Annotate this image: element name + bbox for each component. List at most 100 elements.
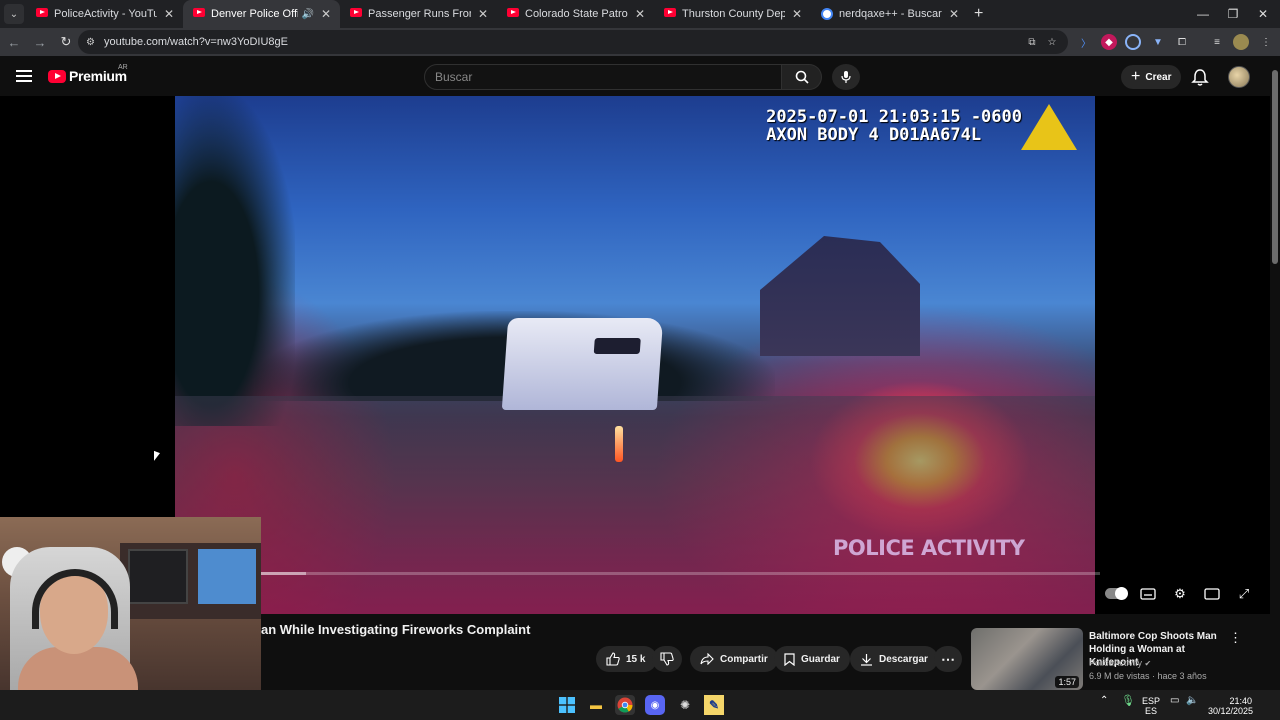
extension-shield-icon[interactable]: ◆ — [1101, 34, 1117, 50]
bookmark-star-icon[interactable]: ☆ — [1044, 34, 1060, 50]
related-thumbnail[interactable]: 1:57 — [971, 628, 1083, 690]
chrome-icon[interactable] — [615, 695, 635, 715]
related-channel-name: PoliceActivity — [1089, 658, 1143, 668]
autoplay-toggle[interactable] — [1105, 587, 1128, 600]
share-button[interactable]: Compartir — [690, 646, 778, 672]
miniplayer-glyph-icon — [1204, 588, 1220, 600]
tab-google-search[interactable]: nerdqaxe++ - Buscar con Goog ✕ — [811, 0, 968, 28]
youtube-premium-logo[interactable]: Premium AR — [48, 64, 128, 84]
close-tab-icon[interactable]: ✕ — [791, 7, 803, 21]
scene-rv — [501, 318, 664, 410]
media-control-icon[interactable]: ≡ — [1209, 34, 1225, 50]
channel-watermark: POLICE ACTIVITY — [833, 536, 1025, 560]
windows-start-icon[interactable] — [557, 695, 577, 715]
like-count: 15 k — [626, 653, 646, 665]
bodycam-timestamp: 2025-07-01 21:03:15 -0600 AXON BODY 4 D0… — [766, 108, 1022, 144]
close-window-icon[interactable]: ✕ — [1246, 0, 1280, 28]
share-label: Compartir — [720, 653, 768, 665]
restore-icon[interactable]: ❐ — [1216, 0, 1250, 28]
tab-passenger-runs[interactable]: Passenger Runs From Traffic St ✕ — [340, 0, 497, 28]
close-tab-icon[interactable]: ✕ — [948, 7, 960, 21]
minimize-icon[interactable]: — — [1186, 0, 1220, 28]
scrollbar-thumb[interactable] — [1272, 70, 1278, 264]
browser-tab-strip: ⌄ PoliceActivity - YouTube ✕ Denver Poli… — [0, 0, 1280, 28]
windows-taskbar: ▬ ◉ ✺ ✎ ⌃ 🎙 ESP ES ▭ 🔈 21:40 30/12/2025 — [0, 690, 1280, 720]
fullscreen-icon[interactable]: ⤢ — [1234, 585, 1254, 603]
back-icon[interactable]: ← — [2, 30, 26, 54]
tab-denver-police[interactable]: Denver Police Officer Shoot 🔊 ✕ — [183, 0, 340, 28]
search-button[interactable] — [782, 64, 822, 90]
account-avatar[interactable] — [1228, 66, 1250, 88]
network-icon[interactable]: ▭ — [1170, 696, 1179, 706]
progress-bar[interactable] — [260, 572, 1100, 575]
input-language[interactable]: ESP ES — [1142, 696, 1160, 716]
google-favicon-icon — [821, 8, 833, 20]
search-input[interactable] — [435, 70, 781, 84]
thumbs-up-icon — [606, 652, 620, 666]
close-tab-icon[interactable]: ✕ — [634, 7, 646, 21]
extension-wave-icon[interactable]: 〉 — [1078, 34, 1094, 50]
download-button[interactable]: Descargar — [850, 646, 938, 672]
hamburger-menu-icon[interactable] — [16, 68, 32, 84]
tab-search-button[interactable]: ⌄ — [4, 4, 24, 24]
close-tab-icon[interactable]: ✕ — [163, 7, 175, 21]
like-button[interactable]: 15 k — [596, 646, 658, 672]
tab-title: Passenger Runs From Traffic St — [368, 8, 471, 20]
reload-icon[interactable]: ↻ — [54, 30, 78, 54]
subtitles-icon[interactable] — [1138, 585, 1158, 603]
webcam-shirt-black — [128, 549, 188, 604]
scene-road — [175, 396, 1095, 614]
lang-bottom: ES — [1145, 706, 1158, 716]
scene-house — [760, 236, 920, 356]
related-channel[interactable]: PoliceActivity ✔ — [1089, 658, 1151, 668]
youtube-header: Premium AR + Crear — [0, 56, 1280, 96]
url-text[interactable]: youtube.com/watch?v=nw3YoDIU8gE — [104, 36, 288, 48]
youtube-favicon-icon — [664, 8, 676, 17]
microphone-icon — [841, 71, 851, 83]
tab-colorado-state-patrol[interactable]: Colorado State Patrol Uses Grap ✕ — [497, 0, 654, 28]
browser-menu-icon[interactable]: ⋮ — [1258, 34, 1274, 50]
profile-avatar-icon[interactable] — [1233, 34, 1249, 50]
video-frame[interactable]: 2025-07-01 21:03:15 -0600 AXON BODY 4 D0… — [175, 96, 1095, 614]
discord-icon[interactable]: ◉ — [645, 695, 665, 715]
clock[interactable]: 21:40 30/12/2025 — [1208, 696, 1253, 716]
microphone-tray-icon[interactable]: 🎙 — [1121, 696, 1135, 707]
miniplayer-icon[interactable] — [1202, 585, 1222, 603]
app-pen-icon[interactable]: ✎ — [704, 695, 724, 715]
axon-logo-icon — [1021, 104, 1077, 150]
verified-check-icon: ✔ — [1144, 659, 1152, 668]
forward-icon[interactable]: → — [28, 30, 52, 54]
search-box[interactable] — [424, 64, 782, 90]
tray-overflow-icon[interactable]: ⌃ — [1100, 696, 1108, 706]
save-button[interactable]: Guardar — [774, 646, 850, 672]
address-bar[interactable]: ⚙ youtube.com/watch?v=nw3YoDIU8gE — [78, 30, 1068, 54]
close-tab-icon[interactable]: ✕ — [477, 7, 489, 21]
app-gear-icon[interactable]: ✺ — [675, 695, 695, 715]
extension-filter-icon[interactable]: ▼ — [1150, 34, 1166, 50]
tab-policeactivity[interactable]: PoliceActivity - YouTube ✕ — [26, 0, 183, 28]
extension-vpn-icon[interactable] — [1125, 34, 1141, 50]
audio-playing-icon[interactable]: 🔊 — [302, 9, 314, 20]
volume-icon[interactable]: 🔈 — [1186, 696, 1198, 706]
close-tab-icon[interactable]: ✕ — [320, 7, 332, 21]
related-more-icon[interactable]: ⋮ — [1229, 630, 1242, 646]
related-meta: 6.9 M de vistas · hace 3 años — [1089, 671, 1207, 681]
file-explorer-icon[interactable]: ▬ — [586, 695, 606, 715]
create-button[interactable]: + Crear — [1121, 65, 1182, 89]
cast-icon[interactable]: ⧉ — [1024, 34, 1040, 50]
related-video-card[interactable]: 1:57 Baltimore Cop Shoots Man Holding a … — [971, 628, 1261, 690]
more-horizontal-icon: ⋯ — [941, 650, 955, 667]
site-info-icon[interactable]: ⚙ — [86, 37, 104, 48]
lang-top: ESP — [1142, 696, 1161, 706]
voice-search-button[interactable] — [832, 64, 860, 90]
settings-gear-icon[interactable]: ⚙ — [1170, 585, 1190, 603]
tab-title: nerdqaxe++ - Buscar con Goog — [839, 8, 942, 20]
new-tab-icon[interactable]: + — [974, 5, 983, 23]
tab-thurston-county[interactable]: Thurston County Deputies Use ✕ — [654, 0, 811, 28]
more-actions-button[interactable]: ⋯ — [934, 646, 962, 672]
extensions-puzzle-icon[interactable]: ⧠ — [1174, 34, 1190, 50]
notifications-bell-icon[interactable] — [1190, 68, 1210, 88]
scene-rv-window — [593, 338, 641, 354]
dislike-button[interactable] — [652, 646, 682, 672]
country-code: AR — [118, 64, 128, 71]
